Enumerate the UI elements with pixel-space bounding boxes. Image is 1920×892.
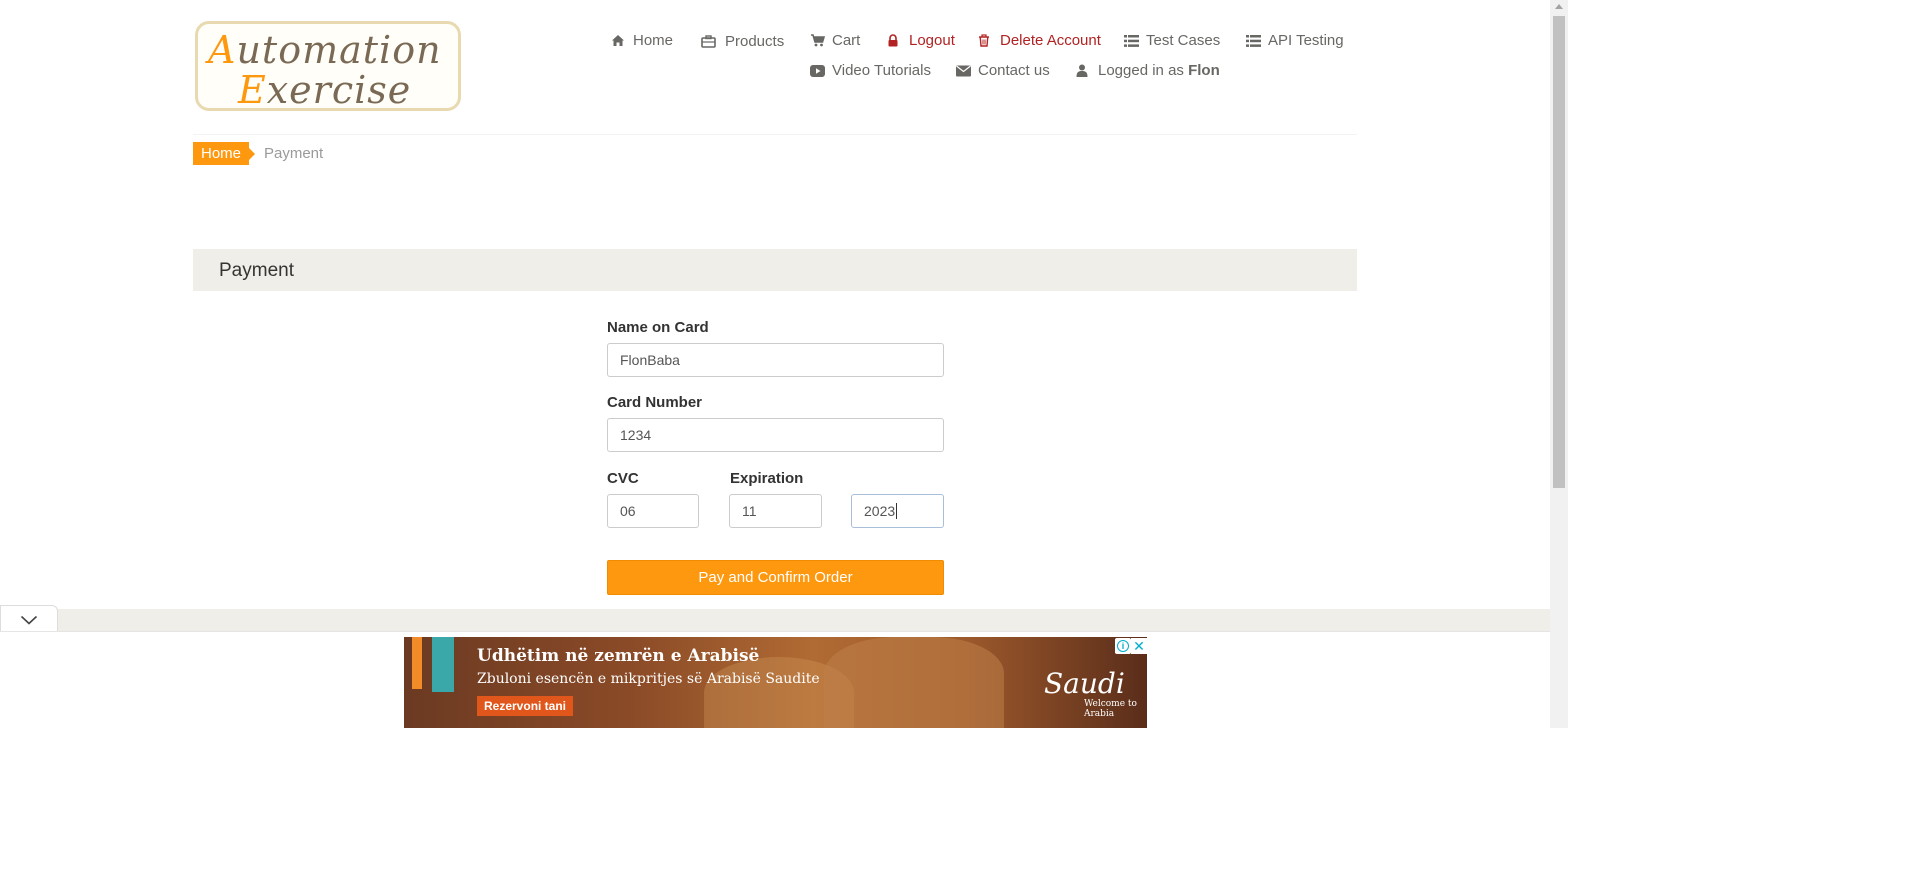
ad-close-button[interactable]: ✕: [1131, 638, 1147, 654]
scrollbar-thumb[interactable]: [1553, 16, 1565, 488]
scroll-up-arrow-icon[interactable]: [1555, 4, 1563, 9]
ad-headline: Udhëtim në zemrën e Arabisë: [477, 646, 760, 666]
nav-api-testing[interactable]: API Testing: [1246, 32, 1344, 49]
nav-logged-in: Logged in as Flon: [1076, 62, 1220, 79]
logged-in-username: Flon: [1188, 62, 1220, 79]
nav-test-cases[interactable]: Test Cases: [1124, 32, 1220, 49]
list-icon: [1246, 34, 1262, 47]
ad-decor-stripe: [432, 637, 454, 692]
nav-logout-label: Logout: [909, 32, 955, 49]
name-on-card-input[interactable]: FlonBaba: [607, 343, 944, 377]
nav-cart[interactable]: Cart: [810, 32, 860, 49]
cart-icon: [810, 34, 826, 47]
logged-in-prefix: Logged in as: [1098, 62, 1184, 79]
nav-delete-account-label: Delete Account: [1000, 32, 1101, 49]
nav-home-label: Home: [633, 32, 674, 49]
user-icon: [1076, 64, 1092, 77]
nav-home[interactable]: Home: [611, 32, 673, 49]
ad-decor-stripe: [412, 637, 422, 689]
expiry-month-input[interactable]: 11: [729, 494, 822, 528]
home-icon: [611, 34, 627, 47]
logo-line-2: Exercise: [238, 68, 412, 112]
pay-and-confirm-button[interactable]: Pay and Confirm Order: [607, 560, 944, 595]
cvc-input[interactable]: 06: [607, 494, 699, 528]
expiration-label: Expiration: [730, 470, 804, 487]
ad-banner[interactable]: Udhëtim në zemrën e Arabisë Zbuloni esen…: [404, 637, 1147, 728]
chevron-down-icon: [20, 615, 38, 625]
name-on-card-label: Name on Card: [607, 319, 709, 336]
nav-video-tutorials[interactable]: Video Tutorials: [810, 62, 931, 79]
nav-contact-us-label: Contact us: [978, 62, 1050, 79]
list-icon: [1124, 34, 1140, 47]
ad-background-shape: [824, 637, 1004, 728]
nav-logout[interactable]: Logout: [887, 32, 955, 49]
cvc-label: CVC: [607, 470, 639, 487]
nav-test-cases-label: Test Cases: [1146, 32, 1221, 49]
expiry-year-input[interactable]: 2023: [851, 494, 944, 528]
nav-cart-label: Cart: [832, 32, 861, 49]
ad-info-button[interactable]: i: [1115, 638, 1131, 654]
payment-heading-bar: Payment: [193, 249, 1357, 291]
ad-cta-button[interactable]: Rezervoni tani: [477, 696, 574, 716]
info-icon: i: [1117, 640, 1129, 652]
text-caret: [896, 503, 898, 519]
card-number-label: Card Number: [607, 394, 703, 411]
footer-band: [0, 609, 1550, 631]
nav-products-label: Products: [725, 33, 785, 50]
logo-line-1: Automation: [208, 28, 442, 72]
briefcase-icon: [701, 35, 717, 48]
ad-subline: Zbuloni esencën e mikpritjes së Arabisë …: [477, 671, 820, 687]
site-logo[interactable]: Automation Exercise: [195, 21, 461, 112]
nav-products[interactable]: Products: [701, 33, 784, 50]
nav-video-tutorials-label: Video Tutorials: [832, 62, 931, 79]
breadcrumb-current: Payment: [264, 145, 324, 162]
header-divider: [193, 134, 1357, 135]
youtube-play-icon: [810, 64, 826, 77]
envelope-icon: [956, 65, 972, 77]
close-icon: ✕: [1133, 638, 1145, 654]
lock-icon: [887, 34, 903, 47]
breadcrumb-home[interactable]: Home: [193, 142, 256, 165]
card-number-input[interactable]: 1234: [607, 418, 944, 452]
page-scrollbar[interactable]: [1550, 0, 1568, 728]
ad-brand-logo: Saudi: [1044, 667, 1125, 700]
ad-brand-tagline: Welcome to Arabia: [1084, 699, 1137, 719]
expiry-year-value: 2023: [864, 503, 896, 519]
page-title: Payment: [219, 260, 294, 281]
nav-contact-us[interactable]: Contact us: [956, 62, 1050, 79]
nav-api-testing-label: API Testing: [1268, 32, 1344, 49]
trash-icon: [978, 34, 994, 47]
ad-collapse-toggle[interactable]: [0, 605, 58, 631]
nav-delete-account[interactable]: Delete Account: [978, 32, 1101, 49]
